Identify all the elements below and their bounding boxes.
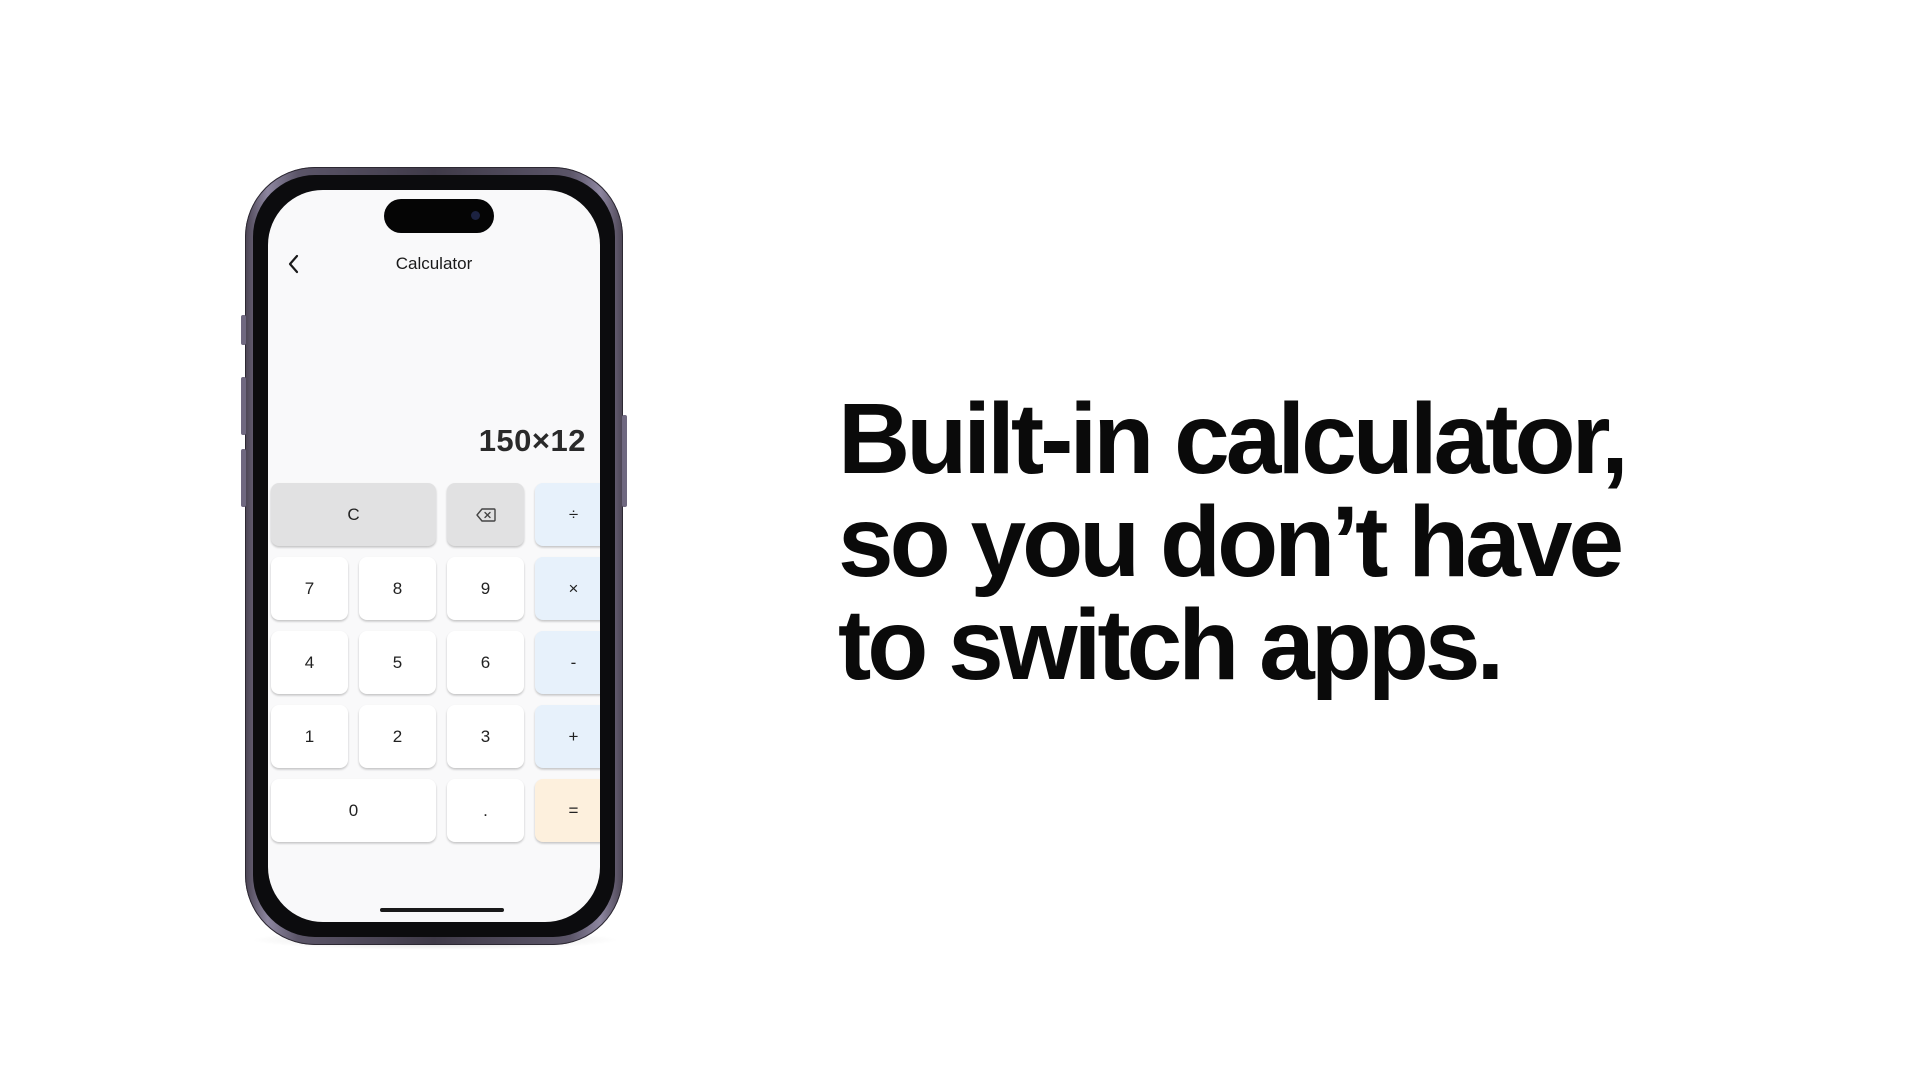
equals-key[interactable]: =	[535, 779, 600, 842]
screen-title: Calculator	[395, 254, 473, 273]
headline-line-3: to switch apps.	[838, 589, 1504, 701]
key-label: ÷	[568, 504, 579, 524]
key-label: 8	[392, 578, 403, 598]
backspace-icon	[475, 507, 496, 522]
divide-key[interactable]: ÷	[535, 483, 600, 546]
key-label: 9	[480, 578, 491, 598]
key-label: 1	[304, 726, 315, 746]
camera-lens-icon	[471, 211, 480, 220]
key-label: =	[568, 800, 579, 820]
digit-key-6[interactable]: 6	[447, 631, 524, 694]
key-label: -	[570, 652, 577, 672]
calculator-keypad: C ⌫ ÷ 7 8 9 × 4 5 6 - 1 2 3 +0. =	[271, 483, 600, 842]
digit-key-7[interactable]: 7	[271, 557, 348, 620]
promo-stage: Calculator 150×12 C ⌫ ÷ 7 8 9 × 4 5 6 - 1 2 3 +0. = Bui…	[0, 0, 1920, 1080]
digit-key-1[interactable]: 1	[271, 705, 348, 768]
key-label: 5	[392, 652, 403, 672]
key-label: +	[568, 726, 579, 746]
phone-screen: Calculator 150×12 C ⌫ ÷ 7 8 9 × 4 5 6 - 1 2 3 +0. =	[268, 190, 600, 922]
multiply-key[interactable]: ×	[535, 557, 600, 620]
key-label: 7	[304, 578, 315, 598]
digit-key-0[interactable]: 0	[271, 779, 436, 842]
phone-silent-switch	[241, 315, 246, 345]
add-key[interactable]: +	[535, 705, 600, 768]
clear-key[interactable]: C	[271, 483, 436, 546]
headline-line-1: Built-in calculator,	[838, 383, 1629, 495]
digit-key-3[interactable]: 3	[447, 705, 524, 768]
headline-line-2: so you don’t have	[838, 486, 1624, 598]
key-label: .	[483, 800, 488, 820]
key-label: 0	[348, 800, 359, 820]
digit-key-8[interactable]: 8	[359, 557, 436, 620]
backspace-key[interactable]: ⌫	[447, 483, 524, 546]
phone-power-button	[622, 415, 627, 507]
subtract-key[interactable]: -	[535, 631, 600, 694]
key-label: 6	[480, 652, 491, 672]
headline: Built-in calculator, so you don’t have to …	[838, 388, 1838, 697]
digit-key-4[interactable]: 4	[271, 631, 348, 694]
key-label: C	[347, 504, 360, 524]
dynamic-island	[384, 199, 494, 233]
phone-bezel: Calculator 150×12 C ⌫ ÷ 7 8 9 × 4 5 6 - 1 2 3 +0. =	[253, 175, 615, 937]
key-label: 3	[480, 726, 491, 746]
key-label: 4	[304, 652, 315, 672]
phone-volume-up-button	[241, 377, 246, 435]
digit-key-2[interactable]: 2	[359, 705, 436, 768]
decimal-key[interactable]: .	[447, 779, 524, 842]
digit-key-9[interactable]: 9	[447, 557, 524, 620]
digit-key-5[interactable]: 5	[359, 631, 436, 694]
phone-volume-down-button	[241, 449, 246, 507]
key-label: 2	[392, 726, 403, 746]
phone-mockup: Calculator 150×12 C ⌫ ÷ 7 8 9 × 4 5 6 - 1 2 3 +0. =	[241, 167, 627, 945]
key-label: ×	[568, 578, 579, 598]
calculator-display: 150×12	[478, 423, 586, 458]
home-indicator[interactable]	[380, 908, 504, 912]
